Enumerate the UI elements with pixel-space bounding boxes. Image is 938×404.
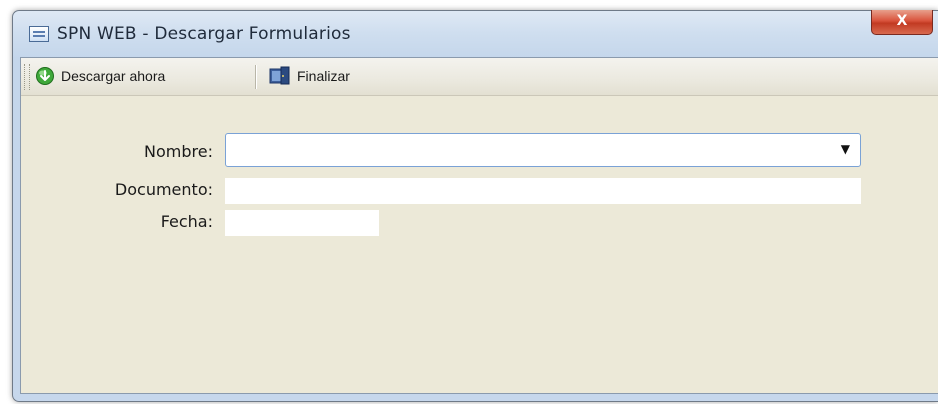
fecha-label: Fecha: bbox=[160, 212, 213, 231]
title-bar[interactable]: SPN WEB - Descargar Formularios X bbox=[13, 10, 938, 57]
toolbar-separator bbox=[255, 65, 256, 89]
documento-field[interactable] bbox=[225, 178, 861, 204]
download-now-button[interactable]: Descargar ahora bbox=[35, 63, 165, 89]
toolbar: Descargar ahora Finalizar bbox=[21, 58, 938, 96]
window-client-area: Descargar ahora Finalizar Nombre: ▼ Docu… bbox=[20, 57, 938, 394]
fecha-field[interactable] bbox=[225, 210, 379, 236]
nombre-combobox[interactable]: ▼ bbox=[225, 133, 861, 167]
toolbar-grip[interactable] bbox=[24, 64, 30, 90]
app-window: SPN WEB - Descargar Formularios X Descar… bbox=[12, 10, 938, 402]
finish-exit-icon bbox=[269, 66, 290, 85]
download-now-label: Descargar ahora bbox=[61, 68, 166, 84]
finish-button[interactable]: Finalizar bbox=[269, 63, 350, 89]
dropdown-arrow-icon: ▼ bbox=[840, 142, 850, 156]
close-icon: X bbox=[896, 13, 908, 29]
finish-label: Finalizar bbox=[297, 68, 350, 84]
documento-label: Documento: bbox=[114, 180, 213, 199]
window-form-icon bbox=[29, 26, 49, 42]
nombre-label: Nombre: bbox=[144, 142, 213, 161]
close-button[interactable]: X bbox=[871, 10, 933, 35]
window-title: SPN WEB - Descargar Formularios bbox=[57, 24, 351, 44]
download-globe-icon bbox=[36, 67, 54, 85]
